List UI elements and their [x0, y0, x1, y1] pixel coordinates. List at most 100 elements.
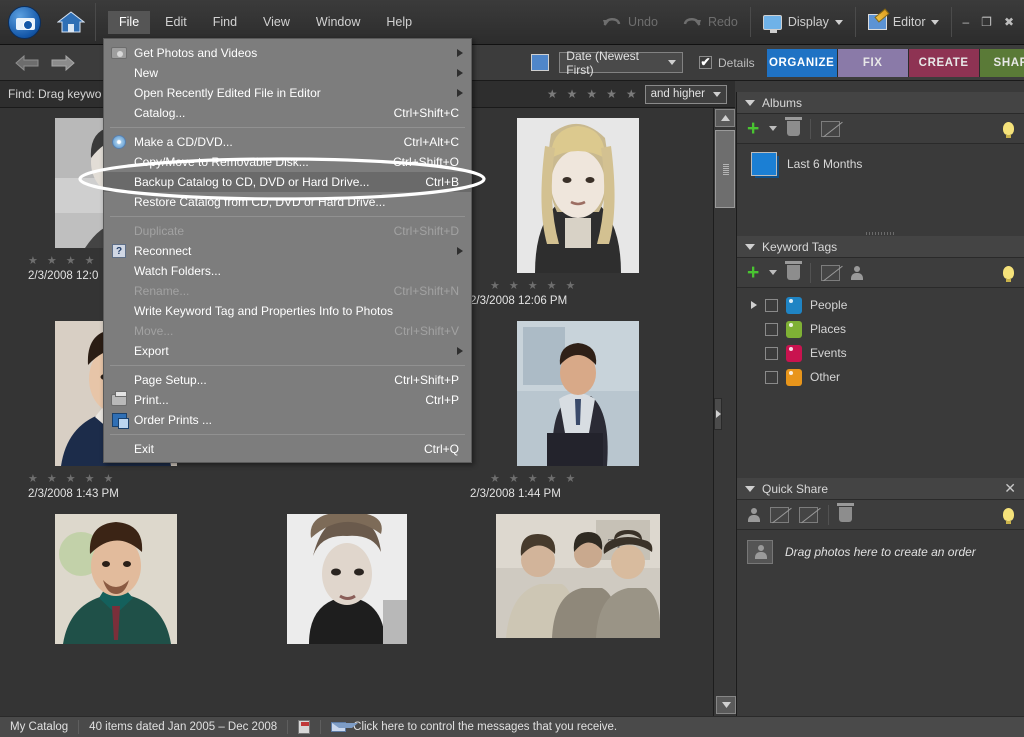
- menu-edit[interactable]: Edit: [154, 11, 198, 34]
- menu-item-catalog[interactable]: Catalog... Ctrl+Shift+C: [104, 103, 471, 123]
- chevron-down-icon[interactable]: [745, 100, 755, 106]
- star-icon[interactable]: ★: [566, 474, 576, 485]
- chevron-down-icon[interactable]: [769, 270, 777, 275]
- star-icon[interactable]: ★: [490, 474, 500, 485]
- star-icon[interactable]: ★: [509, 474, 519, 485]
- menu-item-new[interactable]: New: [104, 63, 471, 83]
- keyword-tag-checkbox[interactable]: [765, 371, 778, 384]
- quick-share-panel-header[interactable]: Quick Share ✕: [737, 478, 1024, 500]
- menu-window[interactable]: Window: [305, 11, 371, 34]
- redo-button[interactable]: Redo: [670, 0, 750, 45]
- photo-thumbnail[interactable]: [287, 514, 407, 644]
- back-button[interactable]: [14, 54, 40, 72]
- star-icon[interactable]: ★: [85, 256, 95, 267]
- menu-view[interactable]: View: [252, 11, 301, 34]
- delete-keyword-tag-button[interactable]: [787, 265, 800, 280]
- details-checkbox[interactable]: ✔: [699, 56, 712, 69]
- photo-cell[interactable]: [0, 514, 231, 655]
- photo-thumbnail[interactable]: [55, 514, 177, 644]
- photo-rating[interactable]: ★ ★ ★ ★ ★: [490, 474, 575, 485]
- star-icon[interactable]: ★: [626, 88, 637, 100]
- tips-lightbulb-icon[interactable]: [1003, 122, 1014, 135]
- chevron-down-icon[interactable]: [769, 126, 777, 131]
- menu-item-reconnect[interactable]: ? Reconnect: [104, 241, 471, 261]
- close-button[interactable]: ✖: [1004, 15, 1014, 29]
- menu-item-exit[interactable]: Exit Ctrl+Q: [104, 439, 471, 459]
- star-icon[interactable]: ★: [528, 474, 538, 485]
- menu-item-write-keyword-tag-info[interactable]: Write Keyword Tag and Properties Info to…: [104, 301, 471, 321]
- message-bar[interactable]: Click here to control the messages that …: [321, 721, 627, 733]
- sort-order-dropdown[interactable]: Date (Newest First): [559, 52, 683, 73]
- menu-find[interactable]: Find: [202, 11, 248, 34]
- photo-cell[interactable]: ★ ★ ★ ★ ★ 2/3/2008 12:06 PM: [462, 118, 693, 307]
- tab-fix[interactable]: FIX: [838, 49, 909, 77]
- tab-create[interactable]: CREATE: [909, 49, 980, 77]
- tips-lightbulb-icon[interactable]: [1003, 508, 1014, 521]
- display-button[interactable]: Display: [751, 0, 855, 45]
- forward-button[interactable]: [50, 54, 76, 72]
- keyword-tags-panel-header[interactable]: Keyword Tags: [737, 236, 1024, 258]
- photo-rating[interactable]: ★ ★ ★ ★ ★: [28, 256, 113, 267]
- quick-share-dropzone[interactable]: Drag photos here to create an order: [737, 530, 1024, 564]
- menu-item-open-recently-edited-file-in-editor[interactable]: Open Recently Edited File in Editor: [104, 83, 471, 103]
- star-icon[interactable]: ★: [547, 281, 557, 292]
- close-icon[interactable]: ✕: [1004, 480, 1016, 497]
- send-order-button[interactable]: [799, 507, 818, 523]
- details-toggle[interactable]: ✔ Details: [699, 56, 755, 70]
- star-icon[interactable]: ★: [28, 256, 38, 267]
- star-icon[interactable]: ★: [606, 88, 617, 100]
- star-icon[interactable]: ★: [66, 256, 76, 267]
- face-recognition-icon[interactable]: [850, 266, 863, 280]
- photo-cell[interactable]: ★ ★ ★ ★ ★ 2/3/2008 1:44 PM: [462, 321, 693, 500]
- album-item[interactable]: Last 6 Months: [737, 144, 1024, 176]
- edit-keyword-tag-button[interactable]: [821, 265, 840, 281]
- delete-order-button[interactable]: [839, 507, 852, 522]
- scroll-up-button[interactable]: [715, 109, 735, 127]
- star-icon[interactable]: ★: [566, 281, 576, 292]
- menu-item-page-setup[interactable]: Page Setup... Ctrl+Shift+P: [104, 370, 471, 390]
- keyword-tag-item[interactable]: Events: [737, 341, 1024, 365]
- photo-grid-scrollbar[interactable]: [713, 108, 735, 716]
- keyword-tag-checkbox[interactable]: [765, 299, 778, 312]
- menu-item-get-photos-and-videos[interactable]: Get Photos and Videos: [104, 43, 471, 63]
- star-icon[interactable]: ★: [547, 474, 557, 485]
- menu-item-watch-folders[interactable]: Watch Folders...: [104, 261, 471, 281]
- scrollbar-thumb[interactable]: [715, 130, 735, 208]
- photo-cell[interactable]: [231, 514, 462, 655]
- star-icon[interactable]: ★: [28, 474, 38, 485]
- star-icon[interactable]: ★: [85, 474, 95, 485]
- add-album-button[interactable]: +: [747, 120, 759, 138]
- edit-order-button[interactable]: [770, 507, 789, 523]
- star-icon[interactable]: ★: [47, 256, 57, 267]
- photo-thumbnail[interactable]: TI: [496, 514, 660, 638]
- recipient-avatar[interactable]: [747, 540, 773, 564]
- menu-item-export[interactable]: Export: [104, 341, 471, 361]
- keyword-tag-checkbox[interactable]: [765, 323, 778, 336]
- photo-rating[interactable]: ★ ★ ★ ★ ★: [490, 281, 575, 292]
- chevron-down-icon[interactable]: [745, 244, 755, 250]
- tips-lightbulb-icon[interactable]: [1003, 266, 1014, 279]
- star-icon[interactable]: ★: [509, 281, 519, 292]
- add-recipient-icon[interactable]: [747, 508, 760, 522]
- photo-rating[interactable]: ★ ★ ★ ★ ★: [28, 474, 113, 485]
- star-icon[interactable]: ★: [66, 474, 76, 485]
- photo-thumbnail[interactable]: [517, 118, 639, 273]
- restore-button[interactable]: ❐: [981, 15, 992, 29]
- photo-thumbnail[interactable]: [517, 321, 639, 466]
- star-icon[interactable]: ★: [547, 88, 558, 100]
- tab-share[interactable]: SHARE: [980, 49, 1024, 77]
- panel-splitter-handle[interactable]: [714, 398, 722, 430]
- add-keyword-tag-button[interactable]: +: [747, 264, 759, 282]
- menu-item-backup-catalog[interactable]: Backup Catalog to CD, DVD or Hard Drive.…: [104, 172, 471, 192]
- delete-album-button[interactable]: [787, 121, 800, 136]
- edit-album-button[interactable]: [821, 121, 840, 137]
- file-menu-popup[interactable]: Get Photos and Videos New Open Recently …: [103, 38, 472, 463]
- menu-file[interactable]: File: [108, 11, 150, 34]
- editor-button[interactable]: Editor: [856, 0, 952, 45]
- rating-stars[interactable]: ★ ★ ★ ★ ★: [547, 88, 637, 100]
- keyword-tag-checkbox[interactable]: [765, 347, 778, 360]
- star-icon[interactable]: ★: [528, 281, 538, 292]
- minimize-button[interactable]: –: [962, 15, 969, 29]
- albums-panel-header[interactable]: Albums: [737, 92, 1024, 114]
- thumbnail-size-icon[interactable]: [531, 54, 549, 71]
